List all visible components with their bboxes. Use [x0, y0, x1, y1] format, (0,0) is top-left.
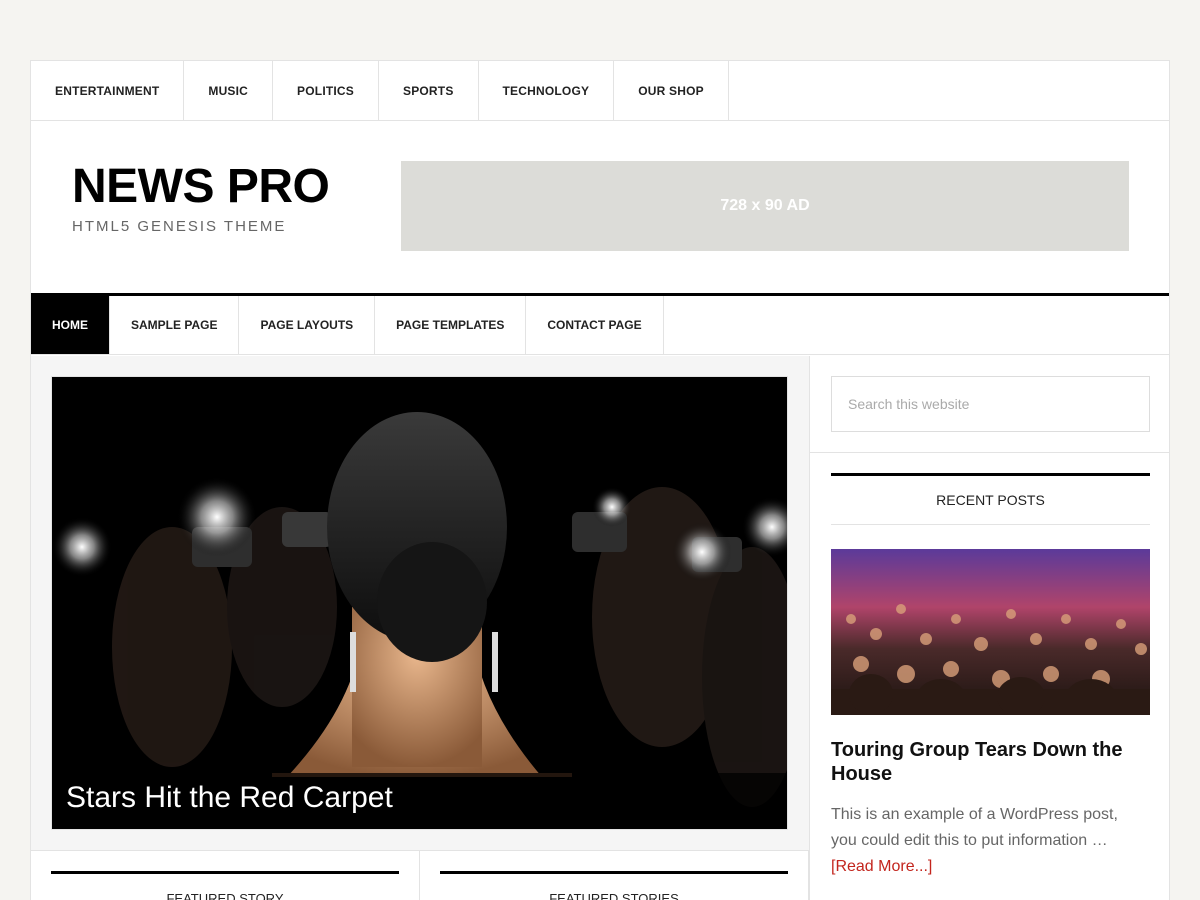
topnav-politics[interactable]: POLITICS	[273, 61, 379, 120]
sidebar: RECENT POSTS	[809, 356, 1169, 900]
nav-page-templates[interactable]: PAGE TEMPLATES	[375, 296, 527, 354]
featured-widgets-row: FEATURED STORY FEATURED STORIES	[31, 850, 809, 900]
primary-nav: HOME SAMPLE PAGE PAGE LAYOUTS PAGE TEMPL…	[31, 296, 1169, 355]
main-content: Stars Hit the Red Carpet FEATURED STORY …	[31, 356, 809, 900]
search-form	[831, 376, 1150, 432]
topnav-entertainment[interactable]: ENTERTAINMENT	[31, 61, 185, 120]
featured-story-title: FEATURED STORY	[166, 891, 284, 900]
featured-stories-widget: FEATURED STORIES	[420, 851, 809, 900]
widget-divider	[440, 871, 788, 874]
recent-post-excerpt-text: This is an example of a WordPress post, …	[831, 806, 1118, 849]
recent-post-title[interactable]: Touring Group Tears Down the House	[831, 738, 1150, 786]
site-container: ENTERTAINMENT MUSIC POLITICS SPORTS TECH…	[30, 60, 1170, 900]
topnav-sports[interactable]: SPORTS	[379, 61, 479, 120]
featured-slide[interactable]: Stars Hit the Red Carpet	[51, 376, 788, 830]
nav-contact-page[interactable]: CONTACT PAGE	[526, 296, 664, 354]
recent-posts-title: RECENT POSTS	[831, 476, 1150, 525]
topnav-music[interactable]: MUSIC	[184, 61, 274, 120]
featured-story-widget: FEATURED STORY	[31, 851, 420, 900]
topnav-technology[interactable]: TECHNOLOGY	[479, 61, 615, 120]
site-description: HTML5 GENESIS THEME	[72, 218, 287, 235]
featured-title[interactable]: Stars Hit the Red Carpet	[52, 773, 787, 829]
read-more-link[interactable]: [Read More...]	[831, 858, 932, 875]
recent-post-excerpt: This is an example of a WordPress post, …	[831, 802, 1141, 880]
site-header: NEWS PRO HTML5 GENESIS THEME 728 x 90 AD	[31, 121, 1169, 296]
concert-crowd-image	[831, 549, 1150, 715]
nav-page-layouts[interactable]: PAGE LAYOUTS	[239, 296, 376, 354]
secondary-nav: ENTERTAINMENT MUSIC POLITICS SPORTS TECH…	[31, 61, 1169, 121]
recent-post-image[interactable]	[831, 549, 1150, 715]
widget-divider	[51, 871, 399, 874]
topnav-our-shop[interactable]: OUR SHOP	[614, 61, 729, 120]
search-input[interactable]	[832, 377, 1149, 431]
ad-banner[interactable]: 728 x 90 AD	[401, 161, 1129, 251]
site-title[interactable]: NEWS PRO	[72, 159, 330, 214]
featured-image	[52, 377, 787, 829]
featured-stories-title: FEATURED STORIES	[549, 891, 679, 900]
sidebar-divider	[810, 452, 1169, 453]
nav-sample-page[interactable]: SAMPLE PAGE	[110, 296, 240, 354]
nav-home[interactable]: HOME	[31, 296, 110, 354]
